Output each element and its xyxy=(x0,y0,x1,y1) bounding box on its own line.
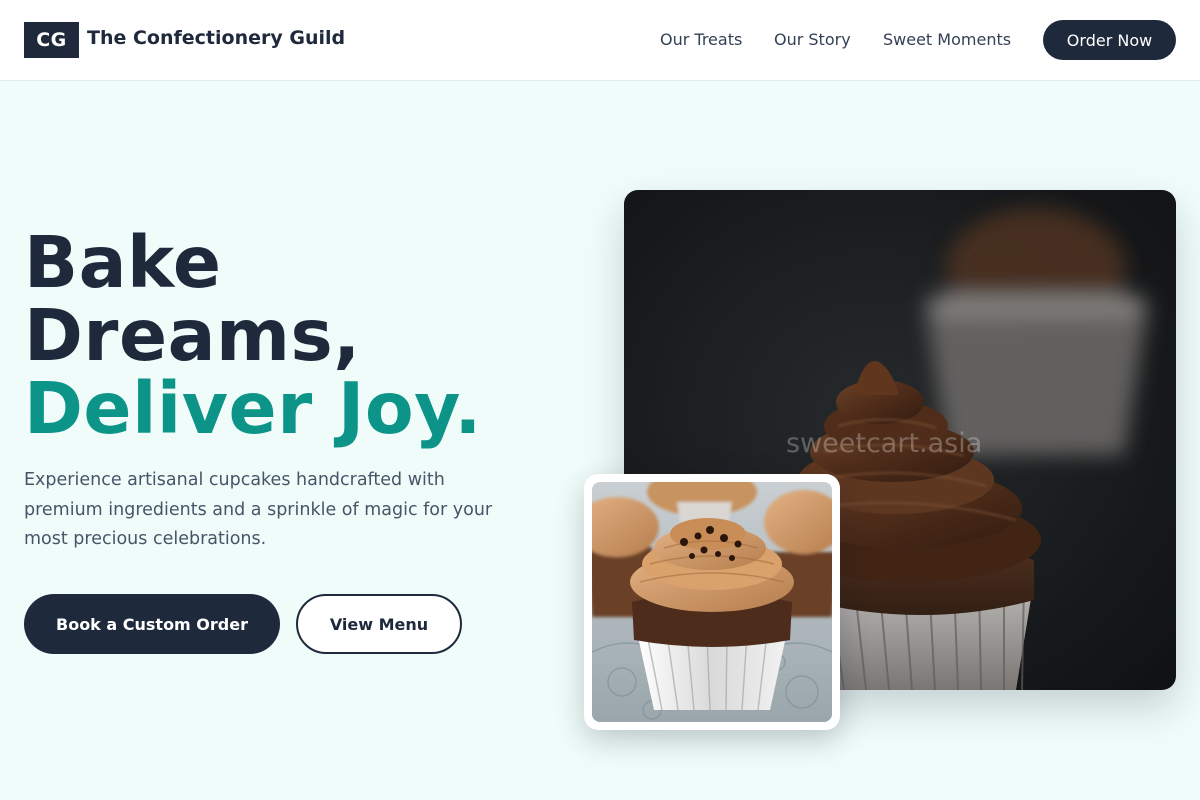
nav-our-treats[interactable]: Our Treats xyxy=(660,30,742,49)
nav-our-story[interactable]: Our Story xyxy=(774,30,851,49)
headline-line-2: Dreams, xyxy=(24,294,361,377)
nav-sweet-moments[interactable]: Sweet Moments xyxy=(883,30,1011,49)
hero-subtext: Experience artisanal cupcakes handcrafte… xyxy=(24,470,493,549)
book-custom-order-button[interactable]: Book a Custom Order xyxy=(24,594,280,654)
hero-headline: Bake Dreams, Deliver Joy. xyxy=(24,226,482,445)
view-menu-button[interactable]: View Menu xyxy=(296,594,462,654)
brand-name[interactable]: The Confectionery Guild xyxy=(87,27,345,49)
logo-mark[interactable]: CG xyxy=(24,22,79,58)
main-photo-watermark: sweetcart.asia xyxy=(786,428,983,459)
headline-accent: Deliver Joy. xyxy=(24,367,482,450)
site-header: CG The Confectionery Guild Our Treats Ou… xyxy=(0,0,1200,81)
order-now-button[interactable]: Order Now xyxy=(1043,20,1176,60)
headline-line-1: Bake xyxy=(24,221,222,304)
caramel-cupcakes-photo xyxy=(584,474,840,730)
caramel-cupcakes-image xyxy=(592,482,832,722)
caramel-cupcake-illustration xyxy=(592,482,832,722)
